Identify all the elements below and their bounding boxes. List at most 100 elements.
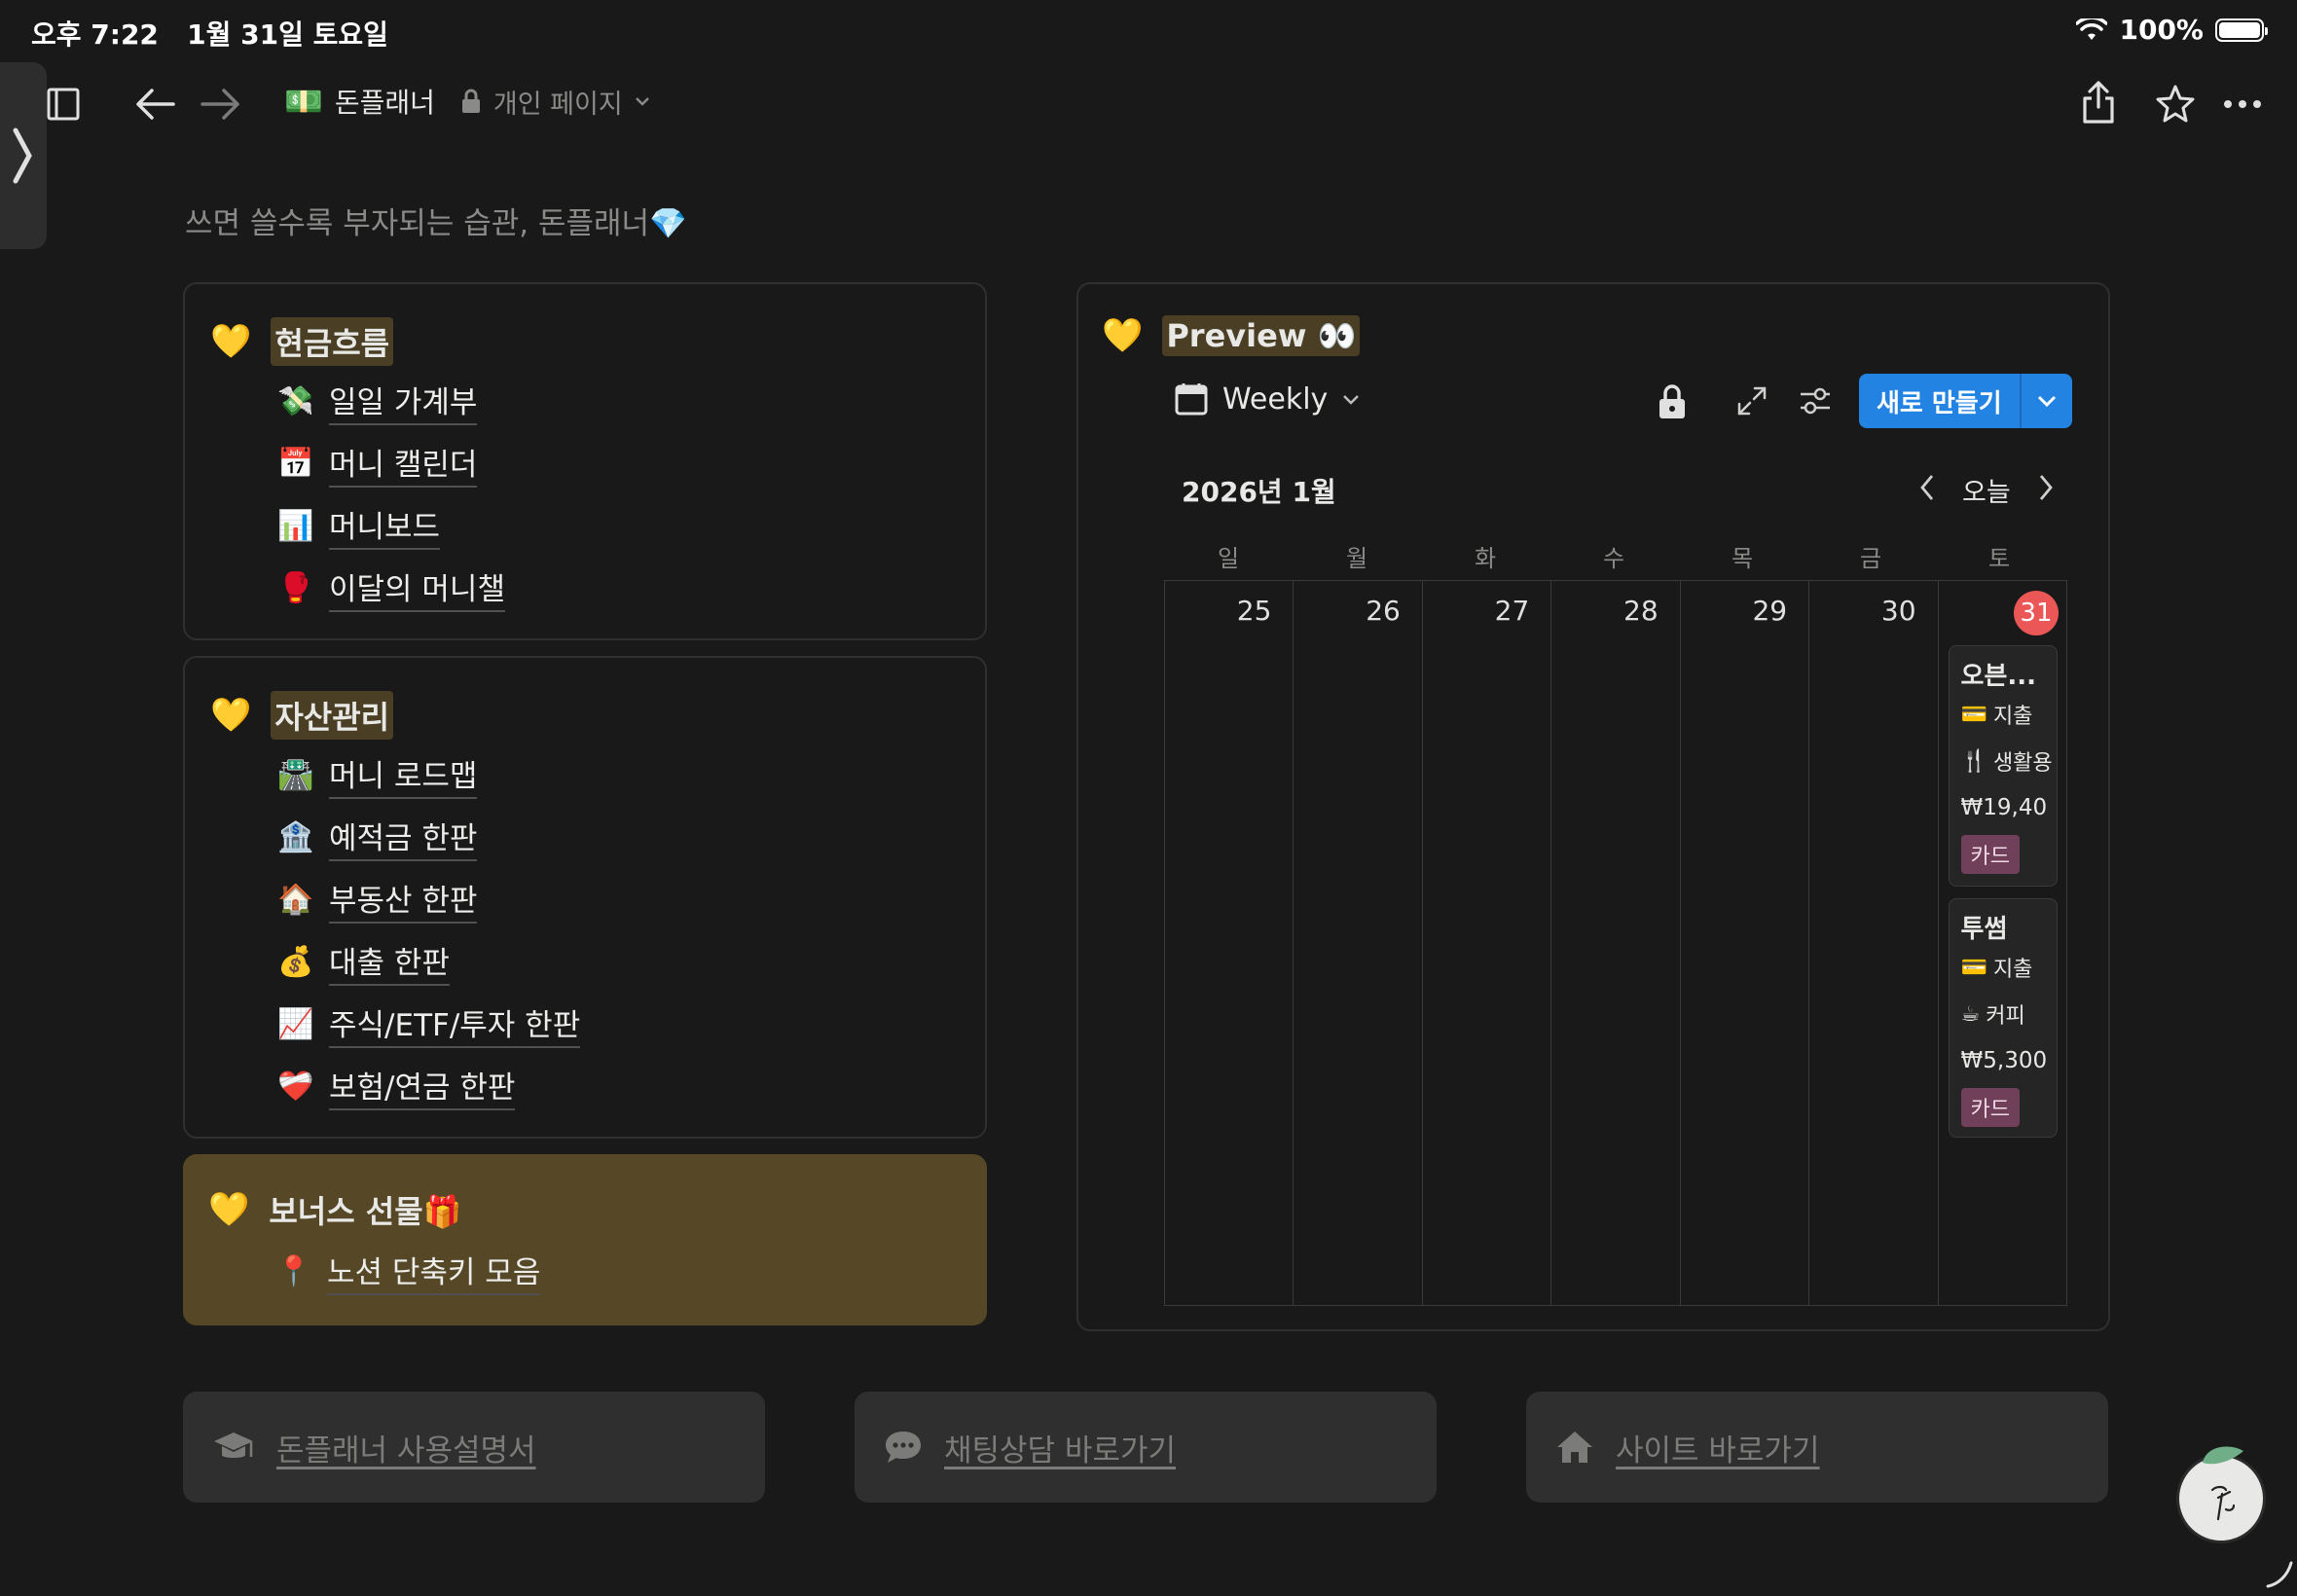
weekday-label: 수 — [1602, 545, 1625, 572]
view-selector[interactable]: Weekly — [1174, 381, 1361, 417]
website-button[interactable]: 사이트 바로가기 — [1526, 1392, 2108, 1503]
heart-icon: 💛 — [1102, 316, 1144, 355]
link-label[interactable]: 주식/ETF/투자 한판 — [329, 1000, 581, 1048]
link-notion-shortcuts[interactable]: 📍 노션 단축키 모음 — [274, 1248, 541, 1295]
expand-icon[interactable] — [1736, 385, 1768, 417]
page-title[interactable]: 돈플래너 — [335, 82, 435, 121]
event-title: 오븐... — [1960, 662, 2037, 691]
pin-icon: 📍 — [275, 1254, 312, 1288]
chevron-down-icon — [1343, 395, 1360, 405]
link-loans[interactable]: 💰 대출 한판 — [276, 938, 450, 986]
link-label[interactable]: 이달의 머니챌 — [329, 564, 505, 612]
day-number: 29 — [1752, 595, 1788, 627]
link-label[interactable]: 예적금 한판 — [329, 814, 478, 861]
link-daily-ledger[interactable]: 💸 일일 가계부 — [276, 378, 478, 425]
chevron-down-icon — [2037, 395, 2056, 408]
event-card[interactable]: 투썸 💳 지출 ☕ 커피 ₩5,300 카드 — [1948, 898, 2058, 1138]
coffee-icon: ☕ — [1960, 1001, 1981, 1027]
link-money-board[interactable]: 📊 머니보드 — [276, 502, 441, 550]
day-number: 25 — [1236, 595, 1272, 627]
boxing-glove-icon: 🥊 — [277, 571, 314, 605]
link-label[interactable]: 머니 캘린더 — [329, 440, 478, 488]
forward-arrow-icon[interactable] — [201, 88, 241, 121]
link-label[interactable]: 노션 단축키 모음 — [327, 1248, 541, 1295]
link-label[interactable]: 부동산 한판 — [329, 876, 478, 924]
day-cell[interactable]: 28 — [1551, 581, 1681, 1305]
bonus-card: 💛 보너스 선물🎁 📍 노션 단축키 모음 — [183, 1154, 987, 1325]
share-icon[interactable] — [2081, 80, 2116, 125]
website-label[interactable]: 사이트 바로가기 — [1616, 1426, 1820, 1469]
day-number: 30 — [1880, 595, 1916, 627]
money-bag-icon: 💰 — [277, 945, 314, 979]
battery-icon — [2215, 18, 2268, 42]
event-category: ☕ 커피 — [1961, 991, 2057, 1037]
graduation-cap-icon — [214, 1433, 253, 1458]
user-guide-button[interactable]: 돈플래너 사용설명서 — [183, 1392, 765, 1503]
link-label[interactable]: 보험/연금 한판 — [329, 1063, 516, 1110]
chevron-right-icon[interactable] — [2036, 473, 2056, 502]
chevron-down-icon[interactable] — [635, 95, 650, 107]
chart-up-icon: 📈 — [277, 1007, 314, 1041]
heart-icon: 💛 — [210, 696, 252, 735]
money-wings-icon: 💸 — [277, 384, 314, 418]
event-type: 💳 지출 — [1961, 944, 2057, 991]
link-label[interactable]: 일일 가계부 — [329, 378, 478, 425]
back-arrow-icon[interactable] — [134, 88, 175, 121]
assets-heading-text[interactable]: 자산관리 — [271, 691, 394, 740]
more-options-icon[interactable] — [2223, 99, 2262, 109]
link-savings[interactable]: 🏦 예적금 한판 — [276, 814, 478, 861]
sidebar-toggle-icon[interactable] — [47, 88, 80, 121]
lock-icon[interactable] — [1657, 383, 1688, 420]
day-cell[interactable]: 25 — [1165, 581, 1294, 1305]
mascot-avatar[interactable] — [2176, 1446, 2266, 1543]
event-category-label: 생활용 — [1992, 751, 2053, 776]
today-button[interactable]: 오늘 — [1962, 471, 2011, 509]
link-money-roadmap[interactable]: 🛣️ 머니 로드맵 — [276, 751, 478, 799]
calendar-icon: 📅 — [277, 447, 314, 481]
event-card[interactable]: 오븐... 💳 지출 🍴 생활용 ₩19,40 카드 — [1948, 645, 2058, 887]
chat-support-button[interactable]: 채팅상담 바로가기 — [855, 1392, 1437, 1503]
link-money-calendar[interactable]: 📅 머니 캘린더 — [276, 440, 478, 488]
link-insurance[interactable]: ❤️‍🩹 보험/연금 한판 — [276, 1063, 516, 1110]
house-icon: 🏠 — [277, 883, 314, 917]
day-cell[interactable]: 30 — [1809, 581, 1939, 1305]
day-cell-today[interactable]: 31 오븐... 💳 지출 🍴 생활용 ₩19,40 카드 투썸 💳 지출 ☕ … — [1939, 581, 2066, 1305]
sidebar-handle[interactable] — [0, 62, 47, 249]
new-item-label[interactable]: 새로 만들기 — [1859, 383, 2020, 419]
favorite-star-icon[interactable] — [2155, 84, 2196, 123]
link-real-estate[interactable]: 🏠 부동산 한판 — [276, 876, 478, 924]
weekday-label: 월 — [1345, 545, 1368, 572]
assets-heading: 💛 자산관리 — [210, 691, 394, 740]
bonus-heading: 💛 보너스 선물🎁 — [208, 1187, 462, 1232]
link-label[interactable]: 머니 로드맵 — [329, 751, 478, 799]
cashflow-card: 💛 현금흐름 💸 일일 가계부 📅 머니 캘린더 📊 머니보드 🥊 이달의 머니… — [183, 282, 987, 640]
event-type-label: 지출 — [1992, 705, 2033, 729]
link-label[interactable]: 머니보드 — [329, 502, 441, 550]
page-tagline: 쓰면 쓸수록 부자되는 습관, 돈플래너💎 — [185, 206, 687, 241]
bandaged-heart-icon: ❤️‍🩹 — [277, 1070, 314, 1104]
preview-heading-text[interactable]: Preview 👀 — [1162, 315, 1361, 356]
day-cell[interactable]: 29 — [1681, 581, 1810, 1305]
event-amount: ₩5,300 — [1960, 1048, 2048, 1073]
chevron-left-icon[interactable] — [1917, 473, 1937, 502]
breadcrumb[interactable]: 💵 돈플래너 개인 페이지 — [284, 82, 650, 121]
user-guide-label[interactable]: 돈플래너 사용설명서 — [276, 1426, 536, 1469]
day-cell[interactable]: 27 — [1423, 581, 1552, 1305]
link-monthly-challenge[interactable]: 🥊 이달의 머니챌 — [276, 564, 505, 612]
privacy-label[interactable]: 개인 페이지 — [493, 83, 623, 121]
link-label[interactable]: 대출 한판 — [329, 938, 450, 986]
status-time-date: 오후 7:22 1월 31일 토요일 — [31, 18, 388, 51]
filter-settings-icon[interactable] — [1799, 385, 1832, 417]
heart-icon: 💛 — [208, 1190, 250, 1229]
new-item-button[interactable]: 새로 만들기 — [1859, 374, 2072, 428]
fork-knife-icon: 🍴 — [1960, 748, 1987, 774]
calendar-icon — [1175, 383, 1208, 416]
chat-support-label[interactable]: 채팅상담 바로가기 — [944, 1426, 1176, 1469]
link-stocks[interactable]: 📈 주식/ETF/투자 한판 — [276, 1000, 581, 1048]
new-item-dropdown[interactable] — [2022, 394, 2072, 408]
event-tag: 카드 — [1960, 835, 2021, 874]
chevron-right-icon — [13, 127, 32, 184]
cashflow-heading-text[interactable]: 현금흐름 — [271, 317, 394, 366]
page-emoji-icon: 💵 — [284, 83, 323, 120]
day-cell[interactable]: 26 — [1294, 581, 1423, 1305]
